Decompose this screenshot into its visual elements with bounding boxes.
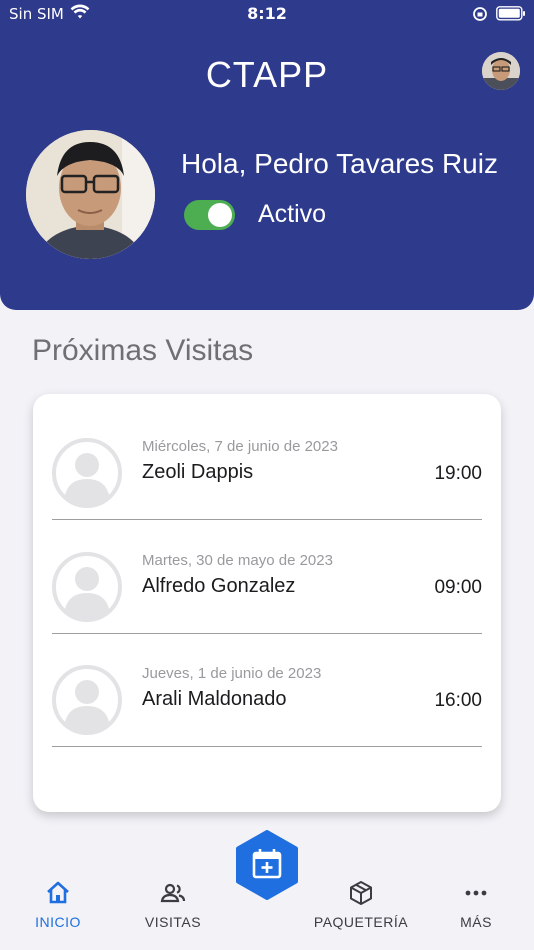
- visit-time: 16:00: [434, 690, 482, 711]
- visit-time: 19:00: [434, 463, 482, 484]
- more-icon: [465, 890, 487, 896]
- tab-visitas[interactable]: VISITAS: [118, 880, 228, 930]
- section-title: Próximas Visitas: [32, 334, 254, 367]
- tab-mas[interactable]: MÁS: [421, 880, 531, 930]
- tab-label: VISITAS: [144, 914, 202, 930]
- profile-photo: [26, 130, 155, 259]
- visit-date: Jueves, 1 de junio de 2023: [142, 665, 322, 682]
- visit-time: 09:00: [434, 577, 482, 598]
- greeting-text: Hola, Pedro Tavares Ruiz: [181, 148, 498, 179]
- package-icon: [350, 881, 372, 905]
- status-bar: Sin SIM 8:12: [0, 0, 534, 28]
- tab-inicio[interactable]: INICIO: [3, 880, 113, 930]
- tab-paqueteria[interactable]: PAQUETERÍA: [306, 880, 416, 930]
- tab-label: PAQUETERÍA: [313, 914, 409, 930]
- user-photo-icon: [482, 52, 520, 90]
- tab-label: MÁS: [460, 914, 492, 930]
- visit-item[interactable]: Jueves, 1 de junio de 2023 Arali Maldona…: [52, 633, 482, 747]
- add-visit-button[interactable]: [234, 830, 300, 900]
- toggle-knob: [208, 203, 232, 227]
- people-icon: [160, 883, 186, 903]
- home-icon: [47, 881, 69, 904]
- visitor-name: Alfredo Gonzalez: [142, 575, 296, 597]
- profile-avatar-button[interactable]: [482, 52, 520, 90]
- battery-icon: [496, 6, 525, 21]
- user-placeholder-icon: [52, 665, 122, 735]
- visitor-name: Zeoli Dappis: [142, 461, 254, 483]
- user-placeholder-icon: [52, 552, 122, 622]
- user-photo-icon: [26, 130, 155, 259]
- visit-date: Miércoles, 7 de junio de 2023: [142, 438, 338, 455]
- tab-label: INICIO: [35, 914, 81, 930]
- visit-item[interactable]: Miércoles, 7 de junio de 2023 Zeoli Dapp…: [52, 406, 482, 520]
- clock: 8:12: [247, 4, 287, 23]
- upcoming-visits-card: Miércoles, 7 de junio de 2023 Zeoli Dapp…: [33, 394, 501, 812]
- visit-date: Martes, 30 de mayo de 2023: [142, 552, 333, 569]
- header: CTAPP Hola, Pedro Tavares Ruiz Activo: [0, 28, 534, 310]
- rotation-lock-icon: [473, 7, 487, 21]
- user-placeholder-icon: [52, 438, 122, 508]
- visitor-name: Arali Maldonado: [142, 688, 287, 710]
- visit-item[interactable]: Martes, 30 de mayo de 2023 Alfredo Gonza…: [52, 520, 482, 634]
- active-status-toggle[interactable]: [184, 200, 235, 230]
- status-label: Activo: [258, 200, 327, 228]
- app-title: CTAPP: [205, 54, 329, 95]
